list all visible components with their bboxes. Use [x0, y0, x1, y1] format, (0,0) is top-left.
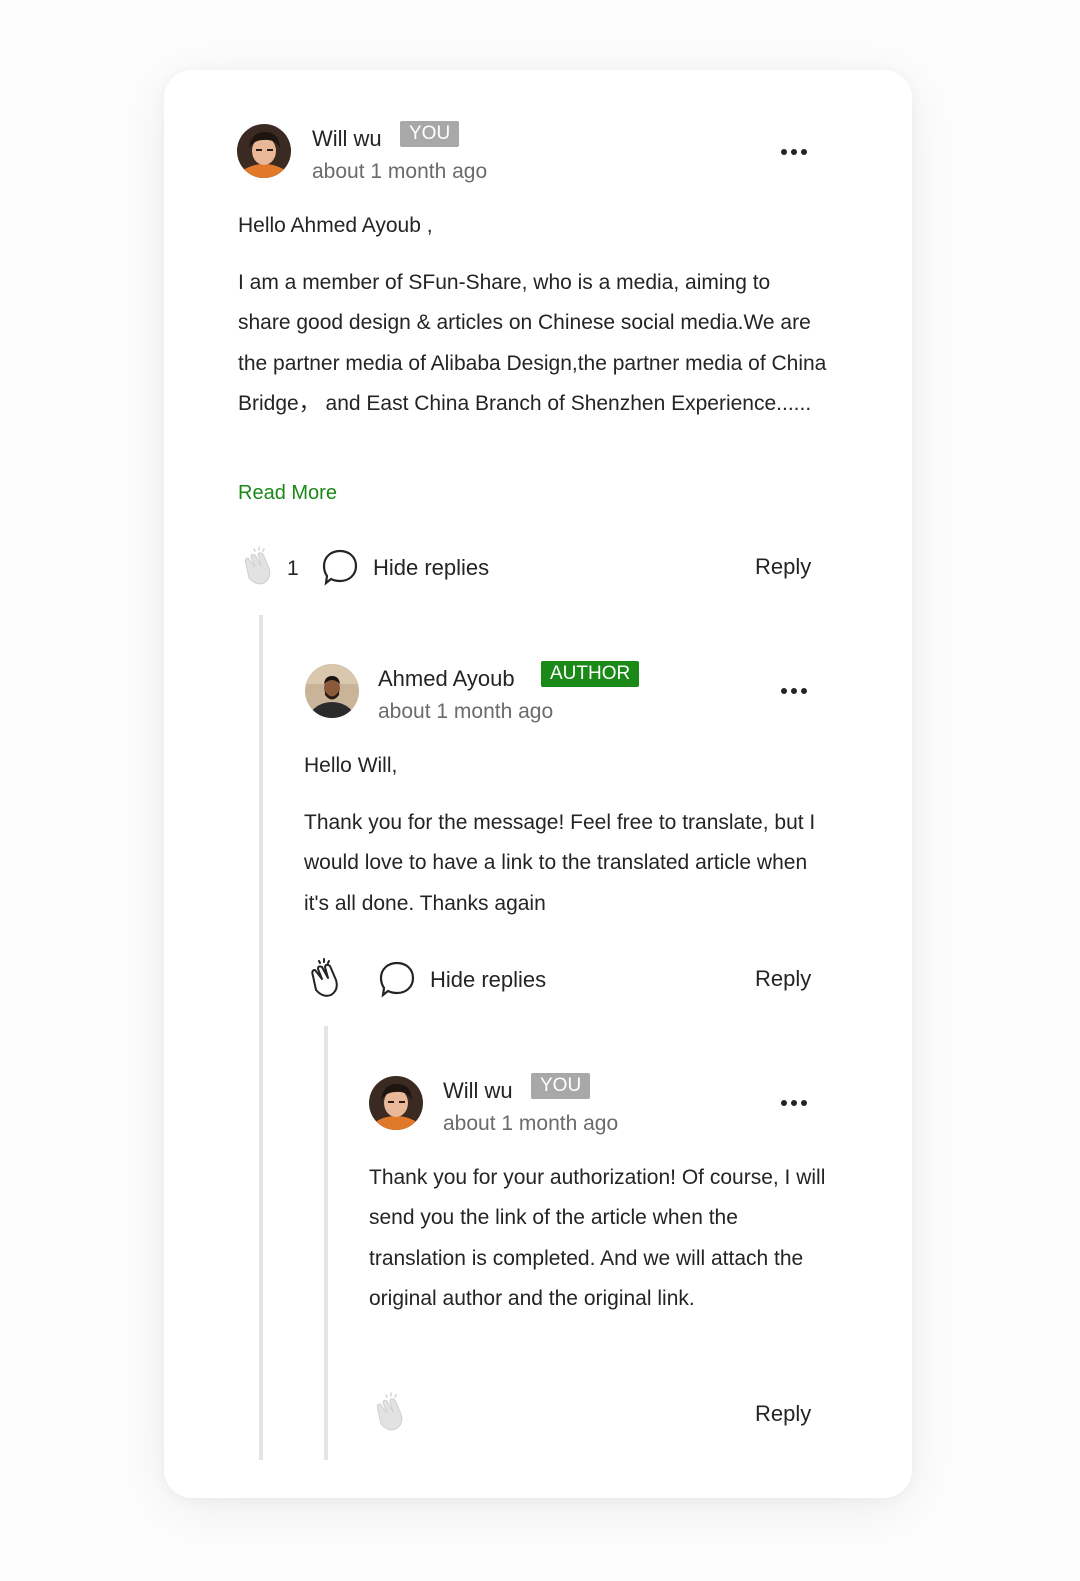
- comment-body: Thank you for the message! Feel free to …: [304, 811, 816, 915]
- avatar[interactable]: [305, 664, 359, 718]
- clap-icon[interactable]: [369, 1392, 409, 1432]
- comment-time[interactable]: about 1 month ago: [443, 1112, 618, 1136]
- speech-bubble-icon[interactable]: [321, 548, 359, 586]
- reply-button[interactable]: Reply: [755, 966, 811, 992]
- author-name[interactable]: Ahmed Ayoub: [378, 666, 515, 692]
- you-badge: YOU: [400, 121, 460, 147]
- hide-replies-button[interactable]: Hide replies: [430, 967, 546, 993]
- thread-line: [324, 1026, 328, 1460]
- speech-bubble-icon[interactable]: [378, 960, 416, 998]
- clap-count: 1: [287, 557, 299, 580]
- you-badge: YOU: [531, 1073, 591, 1099]
- more-icon[interactable]: [781, 1098, 809, 1108]
- comment-time[interactable]: about 1 month ago: [312, 160, 487, 184]
- reply-button[interactable]: Reply: [755, 554, 811, 580]
- more-icon[interactable]: [781, 686, 809, 696]
- author-badge: AUTHOR: [541, 661, 640, 687]
- avatar[interactable]: [237, 124, 291, 178]
- clap-icon[interactable]: [304, 958, 344, 998]
- comment-greeting: Hello Will,: [304, 754, 398, 777]
- comment-time[interactable]: about 1 month ago: [378, 700, 553, 724]
- read-more-link[interactable]: Read More: [238, 482, 337, 505]
- author-name[interactable]: Will wu: [443, 1078, 513, 1104]
- clap-icon[interactable]: [237, 546, 277, 586]
- hide-replies-button[interactable]: Hide replies: [373, 555, 489, 581]
- thread-line: [259, 615, 263, 1460]
- more-icon[interactable]: [781, 147, 809, 157]
- avatar[interactable]: [369, 1076, 423, 1130]
- reply-button[interactable]: Reply: [755, 1401, 811, 1427]
- comment-body: Thank you for your authorization! Of cou…: [369, 1166, 826, 1310]
- author-name[interactable]: Will wu: [312, 126, 382, 152]
- comment-greeting: Hello Ahmed Ayoub ,: [238, 214, 433, 237]
- comment-body: I am a member of SFun-Share, who is a me…: [238, 271, 827, 415]
